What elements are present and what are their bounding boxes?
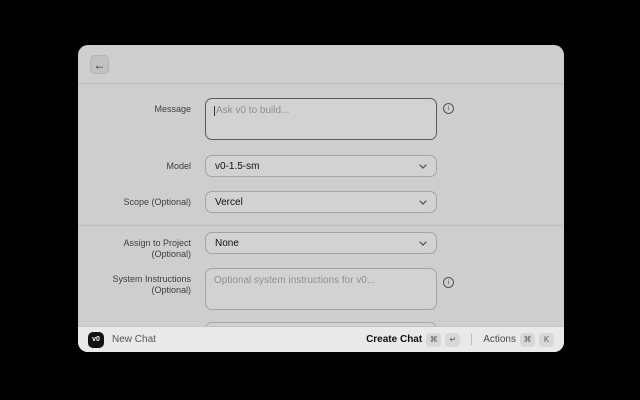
return-key-icon: ↵ xyxy=(445,333,460,347)
model-value: v0-1.5-sm xyxy=(215,161,259,172)
text-caret xyxy=(214,106,215,116)
info-glyph: i xyxy=(448,104,450,112)
scope-select[interactable]: Vercel xyxy=(205,191,437,213)
message-label: Message xyxy=(86,104,191,115)
k-key-icon: K xyxy=(539,333,554,347)
info-glyph: i xyxy=(448,278,450,286)
actions-button[interactable]: Actions ⌘ K xyxy=(483,333,554,347)
message-textarea[interactable]: Ask v0 to build... xyxy=(205,98,437,140)
back-button[interactable]: ← xyxy=(90,55,109,74)
message-placeholder: Ask v0 to build... xyxy=(216,105,289,116)
window-header: ← xyxy=(78,45,564,84)
cmd-key-icon: ⌘ xyxy=(520,333,535,347)
project-select[interactable]: None xyxy=(205,232,437,254)
chevron-down-icon xyxy=(419,200,427,205)
project-label: Assign to Project (Optional) xyxy=(86,238,191,260)
window-title: New Chat xyxy=(112,334,156,345)
scope-value: Vercel xyxy=(215,197,243,208)
section-divider xyxy=(78,225,564,226)
model-label: Model xyxy=(86,161,191,172)
actions-label: Actions xyxy=(483,334,516,345)
chevron-down-icon xyxy=(419,241,427,246)
system-instructions-label: System Instructions (Optional) xyxy=(86,274,191,296)
chevron-down-icon xyxy=(419,164,427,169)
cmd-key-icon: ⌘ xyxy=(426,333,441,347)
footer-bar: v0 New Chat Create Chat ⌘ ↵ Actions ⌘ K xyxy=(78,326,564,352)
message-info-icon[interactable]: i xyxy=(443,103,454,114)
create-chat-label: Create Chat xyxy=(366,334,422,345)
project-value: None xyxy=(215,238,239,249)
back-arrow-icon: ← xyxy=(94,59,106,71)
footer-divider xyxy=(471,334,472,345)
system-info-icon[interactable]: i xyxy=(443,277,454,288)
model-select[interactable]: v0-1.5-sm xyxy=(205,155,437,177)
system-instructions-placeholder: Optional system instructions for v0... xyxy=(214,275,375,286)
new-chat-window: ← Message Ask v0 to build... i Model v0-… xyxy=(78,45,564,352)
v0-logo: v0 xyxy=(88,332,104,348)
scope-label: Scope (Optional) xyxy=(86,197,191,208)
create-chat-button[interactable]: Create Chat ⌘ ↵ xyxy=(366,333,460,347)
system-instructions-textarea[interactable]: Optional system instructions for v0... xyxy=(205,268,437,310)
screen-backdrop: ← Message Ask v0 to build... i Model v0-… xyxy=(0,0,640,400)
v0-logo-text: v0 xyxy=(92,336,100,343)
